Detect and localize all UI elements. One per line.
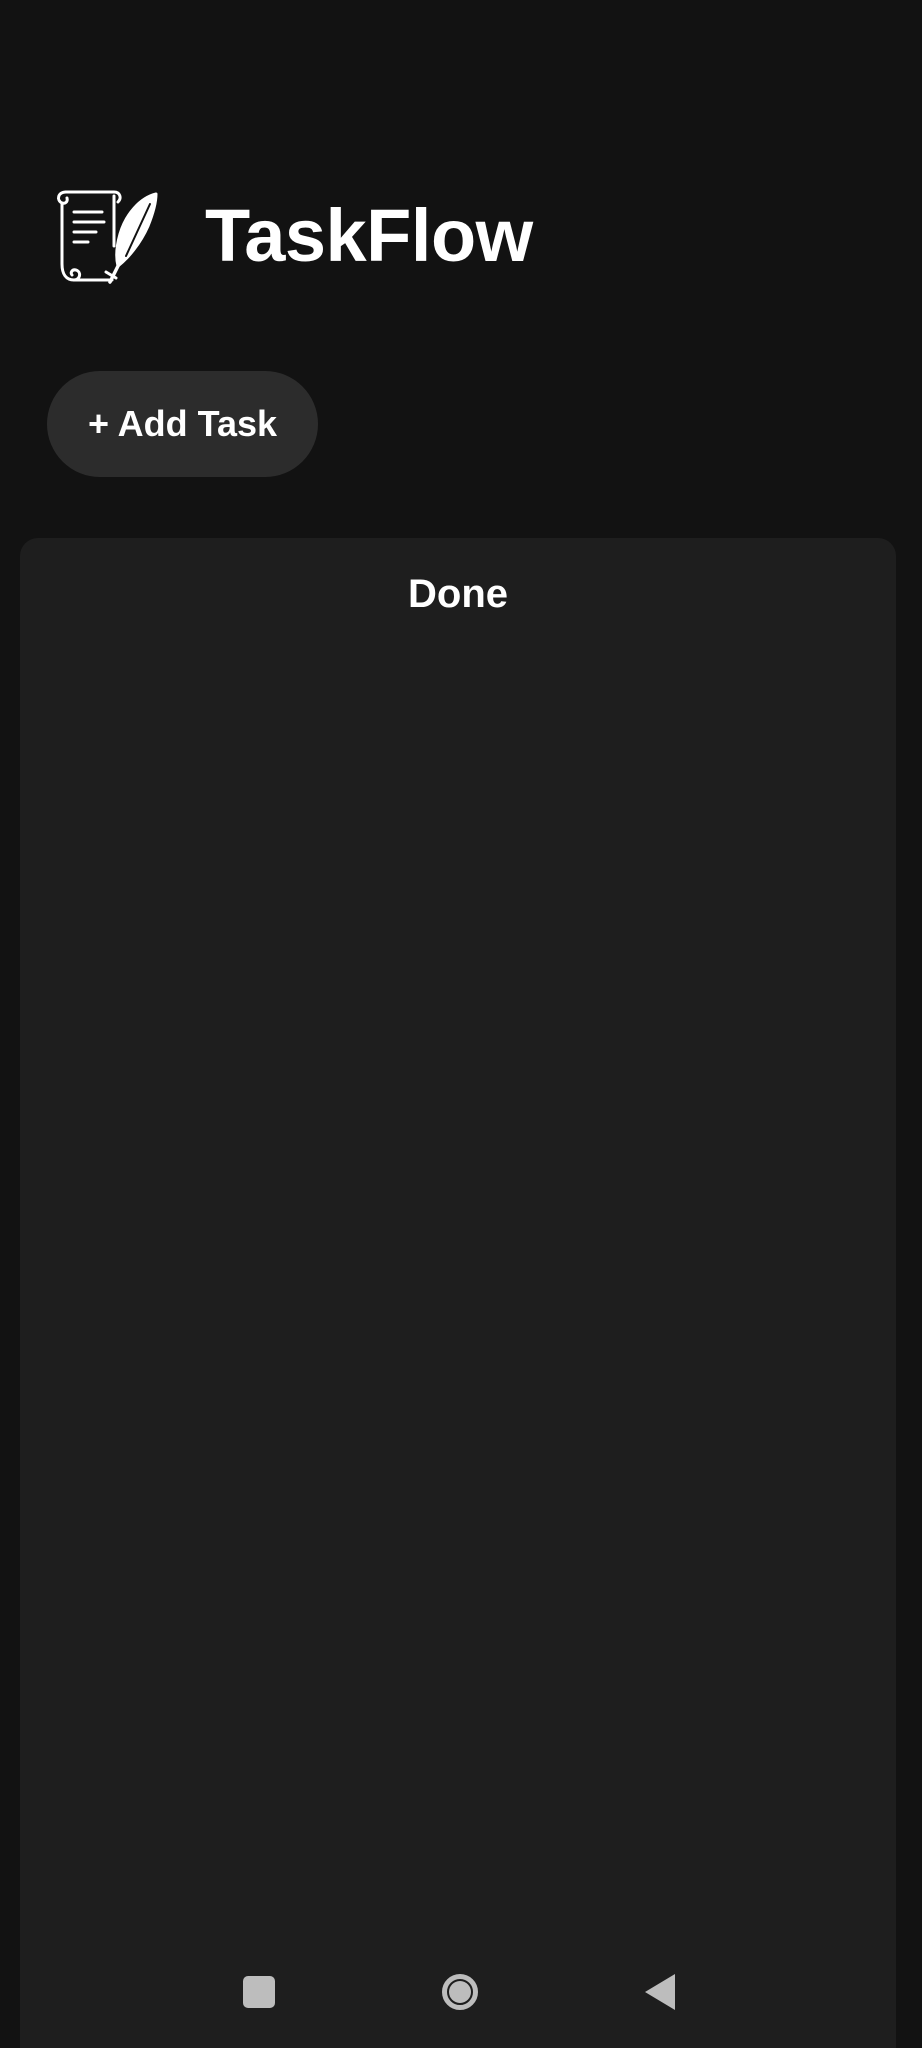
app-title: TaskFlow xyxy=(205,194,533,277)
triangle-back-icon xyxy=(645,1974,675,2010)
circle-icon xyxy=(442,1974,478,2010)
scroll-quill-icon xyxy=(57,190,158,284)
back-button[interactable] xyxy=(618,1950,702,2034)
home-button[interactable] xyxy=(418,1950,502,2034)
recents-button[interactable] xyxy=(217,1950,301,2034)
board-column-done: Done xyxy=(20,538,896,2048)
system-navigation-bar xyxy=(0,1950,922,2034)
add-task-button[interactable]: + Add Task xyxy=(47,371,318,477)
app-header: TaskFlow xyxy=(52,186,533,286)
column-title: Done xyxy=(408,572,508,616)
square-icon xyxy=(243,1976,275,2008)
app-screen: TaskFlow + Add Task Done xyxy=(0,0,922,2048)
